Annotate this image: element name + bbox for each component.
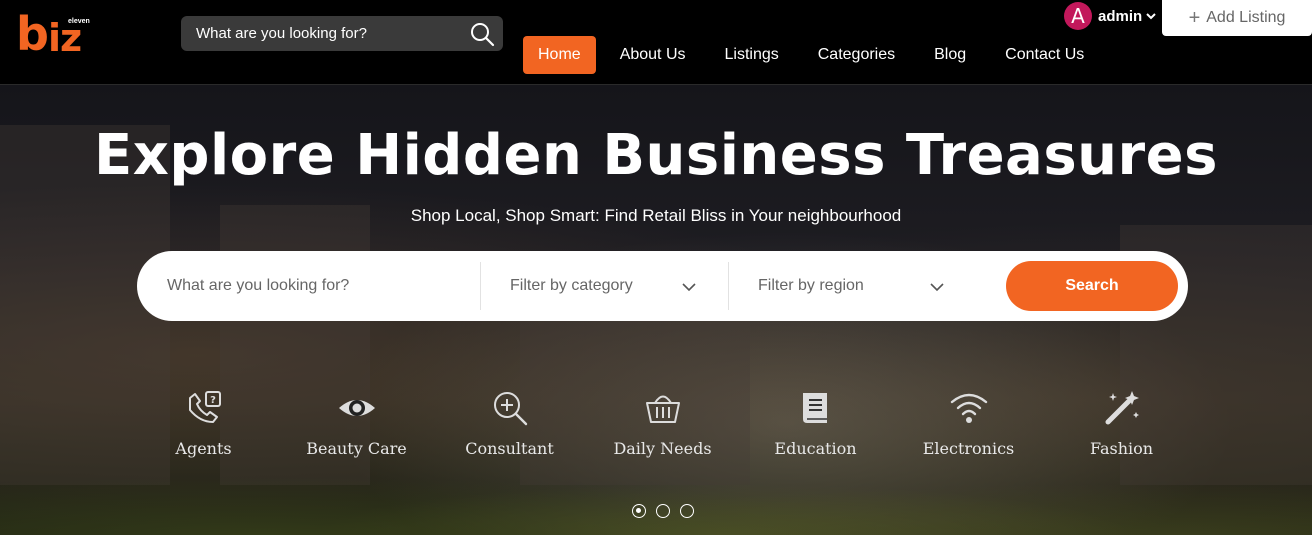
nav-categories[interactable]: Categories [803, 36, 910, 74]
carousel-dot[interactable] [632, 504, 646, 518]
phone-question-icon: ? [188, 391, 221, 423]
divider [728, 262, 729, 310]
category-filter-label: Filter by category [510, 277, 633, 294]
site-header: b iz eleven Home About Us Listings Categ… [0, 0, 1312, 85]
category-education[interactable]: Education [739, 385, 892, 465]
chevron-down-icon [682, 283, 696, 292]
eye-icon [338, 400, 375, 416]
zoom-in-icon [493, 392, 527, 426]
search-button[interactable]: Search [1006, 261, 1178, 311]
nav-contact-us[interactable]: Contact Us [990, 36, 1099, 74]
category-carousel: ? Agents Beauty Care Consultant Daily Ne… [127, 385, 1198, 465]
nav-blog[interactable]: Blog [919, 36, 981, 74]
category-consultant[interactable]: Consultant [433, 385, 586, 465]
category-label: Agents [175, 439, 232, 458]
search-icon[interactable] [469, 21, 495, 47]
category-filter-select[interactable]: Filter by category [510, 268, 730, 304]
svg-text:?: ? [210, 395, 216, 406]
region-filter-select[interactable]: Filter by region [758, 268, 978, 304]
add-listing-button[interactable]: + Add Listing [1162, 0, 1312, 36]
nav-listings[interactable]: Listings [710, 36, 794, 74]
category-beauty-care[interactable]: Beauty Care [280, 385, 433, 465]
hero-search-input[interactable] [167, 268, 467, 304]
category-label: Fashion [1089, 439, 1154, 458]
header-search-input[interactable] [181, 16, 461, 51]
carousel-dot[interactable] [680, 504, 694, 518]
user-name: admin [1098, 7, 1143, 25]
category-label: Daily Needs [613, 439, 712, 458]
carousel-dot[interactable] [656, 504, 670, 518]
category-label: Electronics [922, 439, 1015, 458]
logo-letter-b: b [16, 7, 49, 61]
chevron-down-icon [1146, 13, 1156, 20]
main-nav: Home About Us Listings Categories Blog C… [523, 36, 1108, 74]
plus-icon: + [1188, 7, 1201, 29]
hero-section: Explore Hidden Business Treasures Shop L… [0, 85, 1312, 535]
category-fashion[interactable]: Fashion [1045, 385, 1198, 465]
hero-search-bar: Filter by category Filter by region Sear… [137, 251, 1188, 321]
basket-icon [645, 395, 680, 423]
divider [480, 262, 481, 310]
user-menu[interactable]: A admin [1064, 2, 1156, 30]
nav-home[interactable]: Home [523, 36, 596, 74]
add-listing-label: Add Listing [1206, 9, 1286, 26]
region-filter-label: Filter by region [758, 277, 864, 294]
wifi-icon [950, 393, 987, 423]
nav-about-us[interactable]: About Us [605, 36, 701, 74]
book-icon [802, 393, 827, 423]
category-daily-needs[interactable]: Daily Needs [586, 385, 739, 465]
site-logo[interactable]: b iz eleven [16, 6, 96, 62]
hero-subtitle: Shop Local, Shop Smart: Find Retail Blis… [410, 206, 902, 225]
category-label: Consultant [465, 439, 554, 458]
logo-eleven-text: eleven [68, 18, 90, 25]
hero-title: Explore Hidden Business Treasures [94, 123, 1218, 188]
avatar: A [1064, 2, 1092, 30]
category-label: Education [774, 439, 857, 458]
carousel-pagination [632, 504, 704, 518]
chevron-down-icon [930, 283, 944, 292]
category-agents[interactable]: ? Agents [127, 385, 280, 465]
category-electronics[interactable]: Electronics [892, 385, 1045, 465]
magic-wand-icon [1105, 391, 1139, 425]
header-search [181, 16, 503, 51]
category-label: Beauty Care [306, 439, 407, 458]
